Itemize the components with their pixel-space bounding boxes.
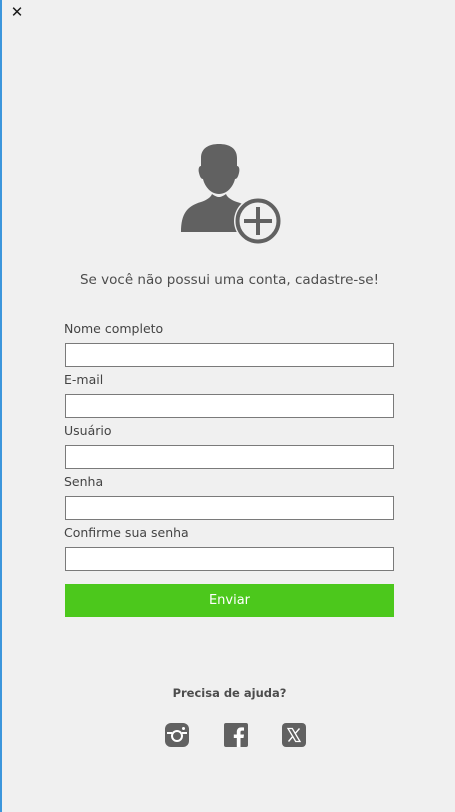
submit-button[interactable]: Enviar [65, 584, 394, 617]
password-input[interactable] [65, 496, 394, 520]
email-label: E-mail [64, 372, 104, 387]
help-link[interactable]: Precisa de ajuda? [2, 686, 455, 700]
username-input[interactable] [65, 445, 394, 469]
signup-subtitle: Se você não possui uma conta, cadastre-s… [79, 272, 379, 288]
close-icon: ✕ [10, 3, 24, 21]
password-label: Senha [64, 474, 104, 489]
username-label: Usuário [64, 423, 112, 438]
confirm-password-label: Confirme sua senha [64, 525, 189, 540]
email-input[interactable] [65, 394, 394, 418]
add-user-icon [179, 144, 283, 248]
facebook-icon[interactable] [224, 723, 248, 747]
close-button[interactable]: ✕ [10, 4, 24, 20]
full-name-input[interactable] [65, 343, 394, 367]
signup-window: ✕ Se você não possui uma conta, cadastre… [0, 0, 455, 812]
instagram-icon[interactable] [165, 723, 189, 747]
confirm-password-input[interactable] [65, 547, 394, 571]
x-icon[interactable] [282, 723, 306, 747]
full-name-label: Nome completo [64, 321, 164, 336]
